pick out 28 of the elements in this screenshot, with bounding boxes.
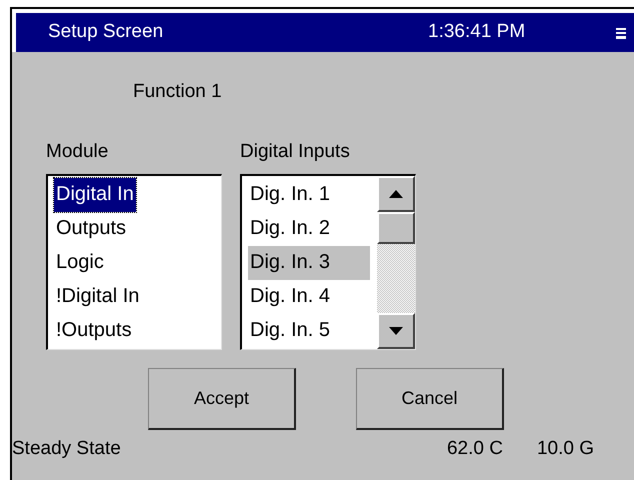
scroll-thumb[interactable] xyxy=(377,212,415,244)
list-item[interactable]: Dig. In. 5 xyxy=(248,314,332,348)
list-label: Digital Inputs xyxy=(240,140,351,164)
list-item[interactable]: Logic xyxy=(54,246,106,280)
list-label: Module xyxy=(46,140,110,164)
scroll-down-button[interactable] xyxy=(377,313,415,349)
list-item[interactable]: Digital In xyxy=(54,178,136,212)
temperature-reading: 62.0 C xyxy=(446,436,503,461)
list-box[interactable]: Digital In Outputs Logic !Digital In !Outputs xyxy=(46,174,222,350)
list-item[interactable]: Dig. In. 3 xyxy=(248,246,370,280)
list-item[interactable]: !Digital In xyxy=(54,280,142,314)
list-item[interactable]: Dig. In. 4 xyxy=(248,280,332,314)
dialog-button[interactable]: Accept xyxy=(148,368,296,430)
up-arrow-icon xyxy=(389,190,403,198)
scrollbar[interactable] xyxy=(377,176,415,349)
list-item[interactable]: Outputs xyxy=(54,212,128,246)
dialog-button[interactable]: Cancel xyxy=(356,368,504,430)
list-item[interactable]: Dig. In. 1 xyxy=(248,178,332,212)
status-text: Steady State xyxy=(12,436,121,461)
function-heading: Function 1 xyxy=(133,80,223,104)
window-title: Setup Screen xyxy=(48,20,164,44)
list-item[interactable]: !Outputs xyxy=(54,314,134,348)
clock-time: 1:36:41 PM xyxy=(428,20,526,44)
list-item[interactable]: Dig. In. 2 xyxy=(248,212,332,246)
force-reading: 10.0 G xyxy=(536,436,594,461)
list-box[interactable]: Dig. In. 1 Dig. In. 2 Dig. In. 3 Dig. In. 4 Dig. In. 5 xyxy=(240,174,416,350)
scroll-up-button[interactable] xyxy=(377,176,415,212)
down-arrow-icon xyxy=(389,327,403,335)
